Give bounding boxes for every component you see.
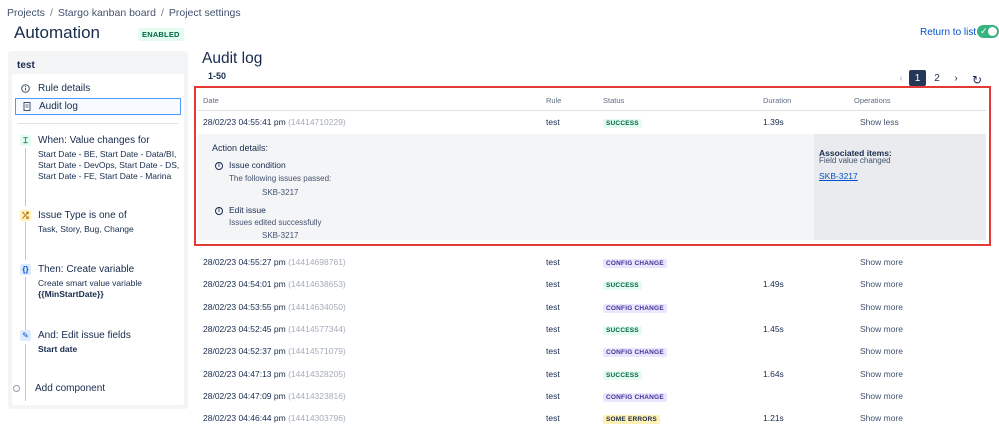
- pagination-page-2[interactable]: 2: [931, 70, 943, 86]
- breadcrumb: Projects / Stargo kanban board / Project…: [7, 7, 241, 19]
- row-date: 28/02/23 04:47:13 pm (14414328205): [203, 368, 346, 379]
- row-rule: test: [546, 368, 560, 379]
- show-more-link[interactable]: Show more: [860, 318, 903, 340]
- highlight-box: [194, 86, 991, 246]
- status-badge: SUCCESS: [603, 281, 642, 291]
- audit-log-title: Audit log: [202, 50, 263, 67]
- row-rule: test: [546, 390, 560, 401]
- component-body: Task, Story, Bug, Change: [38, 224, 134, 234]
- show-more-link[interactable]: Show more: [860, 407, 903, 429]
- show-more-link[interactable]: Show more: [860, 340, 903, 362]
- row-date: 28/02/23 04:46:44 pm (14414303796): [203, 413, 346, 424]
- breadcrumb-separator: /: [49, 7, 53, 19]
- component-body: Start Date - BE, Start Date - Data/BI, S…: [38, 149, 180, 181]
- table-row: 28/02/23 04:55:27 pm (14414698761) test CO…: [0, 251, 999, 273]
- row-status: CONFIG CHANGE: [603, 340, 667, 364]
- breadcrumb-projects[interactable]: Projects: [7, 7, 45, 19]
- trigger-icon: ⌶: [20, 135, 31, 146]
- row-rule: test: [546, 323, 560, 334]
- breadcrumb-project-settings[interactable]: Project settings: [169, 7, 241, 19]
- row-status: CONFIG CHANGE: [603, 296, 667, 320]
- breadcrumb-separator: /: [160, 7, 164, 19]
- row-status: SUCCESS: [603, 318, 642, 342]
- row-date: 28/02/23 04:54:01 pm (14414638653): [203, 279, 346, 290]
- toggle-knob: [988, 27, 997, 36]
- rule-name: test: [17, 60, 35, 71]
- row-rule: test: [546, 257, 560, 267]
- row-rule: test: [546, 279, 560, 290]
- row-rule: test: [546, 413, 560, 424]
- refresh-icon[interactable]: ↻: [972, 73, 982, 87]
- row-status: SUCCESS: [603, 363, 642, 387]
- component-title: Issue Type is one of: [38, 210, 127, 221]
- show-more-link[interactable]: Show more: [860, 251, 903, 273]
- table-row: 28/02/23 04:54:01 pm (14414638653) test SU…: [0, 273, 999, 295]
- breadcrumb-board[interactable]: Stargo kanban board: [58, 7, 156, 19]
- component-trigger[interactable]: ⌶ When: Value changes for Start Date - B…: [18, 135, 182, 185]
- table-row: 28/02/23 04:52:45 pm (14414577344) test SU…: [0, 318, 999, 340]
- row-rule: test: [546, 346, 560, 357]
- check-icon: ✓: [980, 26, 988, 36]
- status-badge: CONFIG CHANGE: [603, 259, 667, 268]
- show-more-link[interactable]: Show more: [860, 363, 903, 385]
- status-badge: SUCCESS: [603, 370, 642, 380]
- pagination-next-button[interactable]: ›: [951, 70, 961, 86]
- result-range: 1-50: [208, 71, 227, 81]
- row-duration: 1.45s: [763, 323, 784, 334]
- row-status: SOME ERRORS: [603, 407, 660, 431]
- row-duration: 1.49s: [763, 279, 784, 290]
- page-title: Automation: [14, 23, 100, 42]
- show-more-link[interactable]: Show more: [860, 273, 903, 295]
- row-date: 28/02/23 04:55:27 pm (14414698761): [203, 257, 346, 267]
- table-row: 28/02/23 04:46:44 pm (14414303796) test SO…: [0, 407, 999, 429]
- row-date: 28/02/23 04:47:09 pm (14414323816): [203, 390, 346, 401]
- row-status: SUCCESS: [603, 273, 642, 297]
- component-title: When: Value changes for: [38, 135, 150, 146]
- pagination-prev-button[interactable]: ‹: [896, 70, 906, 86]
- rule-enabled-toggle[interactable]: ✓: [977, 25, 999, 38]
- status-badge: CONFIG CHANGE: [603, 303, 667, 313]
- sidebar-item-label: Rule details: [38, 83, 91, 94]
- status-badge: CONFIG CHANGE: [603, 348, 667, 358]
- status-badge: CONFIG CHANGE: [603, 392, 667, 402]
- info-icon: [21, 84, 30, 93]
- row-duration: 1.21s: [763, 413, 784, 424]
- table-row: 28/02/23 04:47:09 pm (14414323816) test CO…: [0, 385, 999, 407]
- sidebar-item-rule-details[interactable]: Rule details: [15, 80, 181, 97]
- table-row: 28/02/23 04:53:55 pm (14414634050) test CO…: [0, 296, 999, 318]
- row-date: 28/02/23 04:53:55 pm (14414634050): [203, 301, 346, 312]
- document-icon: [22, 102, 31, 111]
- pagination-page-1[interactable]: 1: [909, 70, 926, 86]
- row-status: CONFIG CHANGE: [603, 251, 667, 275]
- return-to-list-link[interactable]: Return to list: [920, 27, 976, 38]
- show-more-link[interactable]: Show more: [860, 385, 903, 407]
- status-badge: ENABLED: [138, 28, 184, 41]
- table-row: 28/02/23 04:47:13 pm (14414328205) test SU…: [0, 363, 999, 385]
- row-rule: test: [546, 301, 560, 312]
- show-more-link[interactable]: Show more: [860, 296, 903, 318]
- condition-icon: ⤮: [20, 210, 31, 221]
- row-date: 28/02/23 04:52:37 pm (14414571079): [203, 346, 346, 357]
- row-date: 28/02/23 04:52:45 pm (14414577344): [203, 323, 346, 334]
- row-status: CONFIG CHANGE: [603, 385, 667, 409]
- component-condition[interactable]: ⤮ Issue Type is one of Task, Story, Bug,…: [18, 210, 182, 240]
- status-badge: SUCCESS: [603, 325, 642, 335]
- status-badge: SOME ERRORS: [603, 415, 660, 425]
- table-row: 28/02/23 04:52:37 pm (14414571079) test CO…: [0, 340, 999, 362]
- row-duration: 1.64s: [763, 368, 784, 379]
